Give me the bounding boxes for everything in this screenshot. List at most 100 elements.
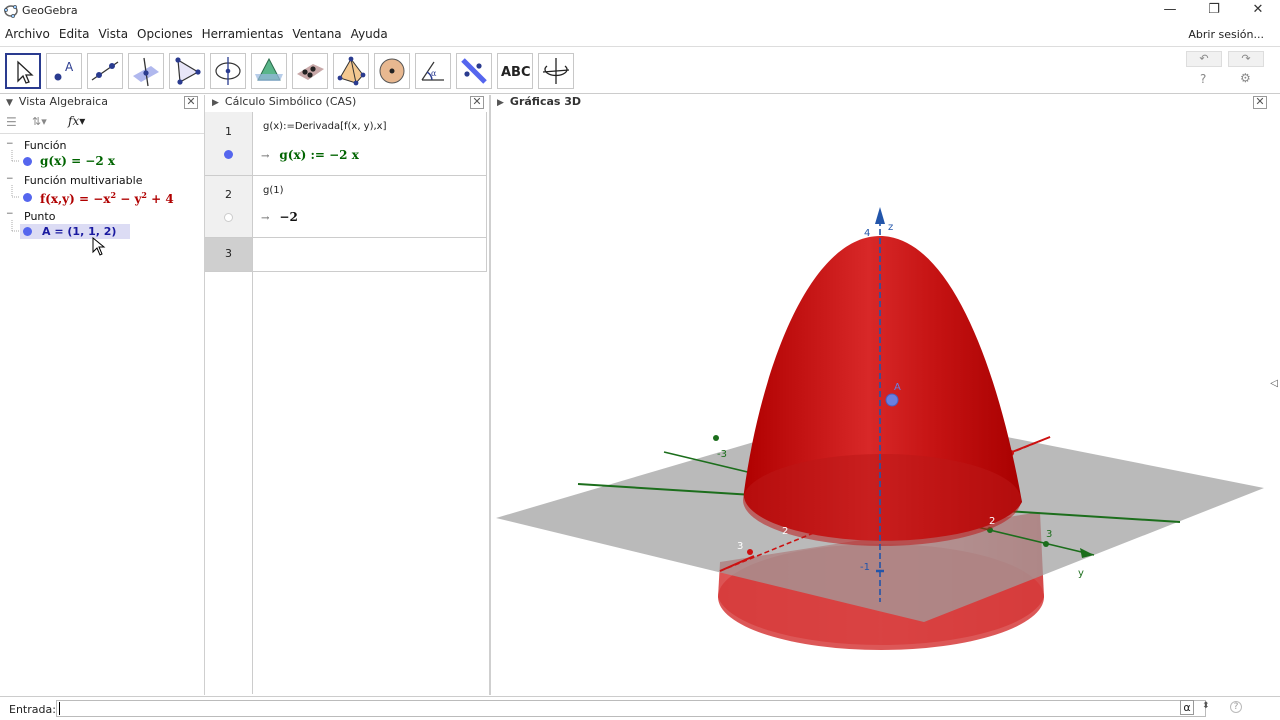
- menu-ventana[interactable]: Ventana: [287, 24, 345, 41]
- algebra-item-g[interactable]: g(x) = −2 x: [40, 154, 115, 168]
- y-tick-label: 2: [989, 516, 995, 527]
- graphics3d-view[interactable]: z 4 -1 y -3 3 2 2 3 A ◁: [492, 112, 1280, 694]
- svg-text:ABC: ABC: [501, 65, 531, 80]
- menu-edita[interactable]: Edita: [54, 24, 94, 41]
- text-icon: ABC: [501, 65, 531, 80]
- reflect-tool-button[interactable]: [456, 53, 492, 89]
- rotate-view-tool-button[interactable]: [538, 53, 574, 89]
- close-cas-view-button[interactable]: ✕: [470, 96, 484, 109]
- cas-row-number[interactable]: 2: [205, 176, 253, 238]
- side-panel-toggle-icon[interactable]: ◁: [1270, 378, 1278, 389]
- close-button[interactable]: ✕: [1236, 0, 1280, 22]
- plane-tool-button[interactable]: [292, 53, 328, 89]
- tick-point: [1043, 541, 1049, 547]
- line-icon: [91, 61, 119, 81]
- minimize-button[interactable]: —: [1148, 0, 1192, 22]
- polygon-tool-button[interactable]: [169, 53, 205, 89]
- undo-button[interactable]: ↶: [1186, 51, 1222, 67]
- cas-view-title: Cálculo Simbólico (CAS): [224, 95, 357, 108]
- algebra-view-header[interactable]: ▼ Vista Algebraica: [6, 95, 108, 112]
- fx-button[interactable]: fx▾: [68, 114, 85, 128]
- point-A[interactable]: [885, 393, 899, 407]
- cursor-arrow-icon: [17, 60, 34, 84]
- alpha-keyboard-button[interactable]: α: [1180, 700, 1194, 715]
- close-algebra-view-button[interactable]: ✕: [184, 96, 198, 109]
- mouse-cursor-icon: [92, 237, 106, 256]
- input-spinner-icon[interactable]: ⬍: [1202, 701, 1210, 711]
- redo-button[interactable]: ↷: [1228, 51, 1264, 67]
- gear-icon[interactable]: ⚙: [1240, 71, 1251, 85]
- circle-tool-button[interactable]: [210, 53, 246, 89]
- visibility-toggle[interactable]: [23, 157, 32, 166]
- visibility-toggle[interactable]: [23, 193, 32, 202]
- pyramid-icon: [337, 56, 366, 86]
- line-tool-button[interactable]: [87, 53, 123, 89]
- y-axis-label: y: [1078, 568, 1084, 579]
- cas-input[interactable]: g(1): [263, 185, 284, 196]
- visibility-toggle[interactable]: [23, 227, 32, 236]
- category-punto[interactable]: Punto: [24, 210, 55, 223]
- visibility-toggle[interactable]: [224, 213, 233, 222]
- maximize-button[interactable]: ❐: [1192, 0, 1236, 22]
- cas-view-header[interactable]: ▶ Cálculo Simbólico (CAS): [212, 95, 356, 112]
- input-field[interactable]: [56, 700, 1206, 717]
- cas-empty-input-row[interactable]: [253, 238, 487, 272]
- point-icon: A: [54, 60, 74, 81]
- cas-row[interactable]: g(x):=Derivada[f(x, y),x] → g(x) := −2 x: [253, 112, 487, 176]
- sort-icon[interactable]: ⇅▾: [32, 115, 47, 128]
- collapse-triangle-icon[interactable]: ▼: [6, 98, 13, 108]
- cas-row[interactable]: g(1) → −2: [253, 176, 487, 238]
- z-axis-label: z: [888, 222, 893, 233]
- graphics3d-view-header[interactable]: ▶ Gráficas 3D: [497, 95, 581, 112]
- reflect-plane-icon: [461, 58, 487, 84]
- y-tick-label: 3: [1046, 529, 1052, 540]
- plane-points-icon: [297, 64, 324, 80]
- rotate-view-icon: [542, 58, 570, 84]
- cas-row-number[interactable]: 1: [205, 112, 253, 176]
- menu-vista[interactable]: Vista: [93, 24, 132, 41]
- graphics3d-view-title: Gráficas 3D: [509, 95, 582, 108]
- visibility-toggle[interactable]: [224, 150, 233, 159]
- menu-lines-icon[interactable]: ☰: [6, 115, 17, 129]
- point-tool-button[interactable]: A: [46, 53, 82, 89]
- panel-divider[interactable]: [489, 95, 491, 695]
- menu-herramientas[interactable]: Herramientas: [197, 24, 288, 41]
- algebra-style-bar: ☰ ⇅▾ fx▾: [0, 112, 204, 134]
- category-funcion-multivariable[interactable]: Función multivariable: [24, 174, 142, 187]
- svg-text:A: A: [65, 60, 74, 74]
- pyramid-tool-button[interactable]: [333, 53, 369, 89]
- toolbar: A α ABC ↶ ↷ ? ⚙: [0, 46, 1280, 94]
- z-axis-arrow: [875, 207, 885, 224]
- cas-row-number[interactable]: 3: [205, 238, 253, 272]
- close-graphics3d-view-button[interactable]: ✕: [1253, 96, 1267, 109]
- help-icon[interactable]: ?: [1200, 72, 1206, 86]
- cas-input[interactable]: g(x):=Derivada[f(x, y),x]: [263, 121, 387, 132]
- text-tool-button[interactable]: ABC: [497, 53, 533, 89]
- menu-opciones[interactable]: Opciones: [132, 24, 197, 41]
- text-caret: [59, 702, 60, 715]
- input-bar: Entrada: α ⬍ ?: [0, 696, 1280, 720]
- menu-ayuda[interactable]: Ayuda: [346, 24, 392, 41]
- expand-triangle-icon[interactable]: ▶: [497, 98, 504, 108]
- move-tool-button[interactable]: [5, 53, 41, 89]
- svg-text:−: −: [6, 174, 14, 184]
- category-funcion[interactable]: Función: [24, 139, 66, 152]
- login-link[interactable]: Abrir sesión...: [1188, 28, 1264, 41]
- expand-triangle-icon[interactable]: ▶: [212, 98, 219, 108]
- point-A-label: A: [894, 382, 901, 393]
- perpendicular-tool-button[interactable]: [128, 53, 164, 89]
- angle-icon: α: [421, 61, 444, 81]
- input-help-button[interactable]: ?: [1230, 701, 1242, 713]
- algebra-view-title: Vista Algebraica: [18, 95, 108, 108]
- tick-point: [747, 549, 753, 555]
- polygon-icon: [175, 57, 201, 85]
- graphics3d-canvas[interactable]: z 4 -1 y -3 3 2 2 3 A: [492, 112, 1280, 694]
- cas-row-gutter: [205, 272, 253, 694]
- x-tick-label: 3: [737, 541, 743, 552]
- sphere-tool-button[interactable]: [374, 53, 410, 89]
- angle-tool-button[interactable]: α: [415, 53, 451, 89]
- intersect-surfaces-tool-button[interactable]: [251, 53, 287, 89]
- algebra-item-f[interactable]: f(x,y) = −x2 − y2 + 4: [40, 190, 174, 206]
- menu-archivo[interactable]: Archivo: [0, 24, 54, 41]
- circle-axis-icon: [215, 57, 241, 85]
